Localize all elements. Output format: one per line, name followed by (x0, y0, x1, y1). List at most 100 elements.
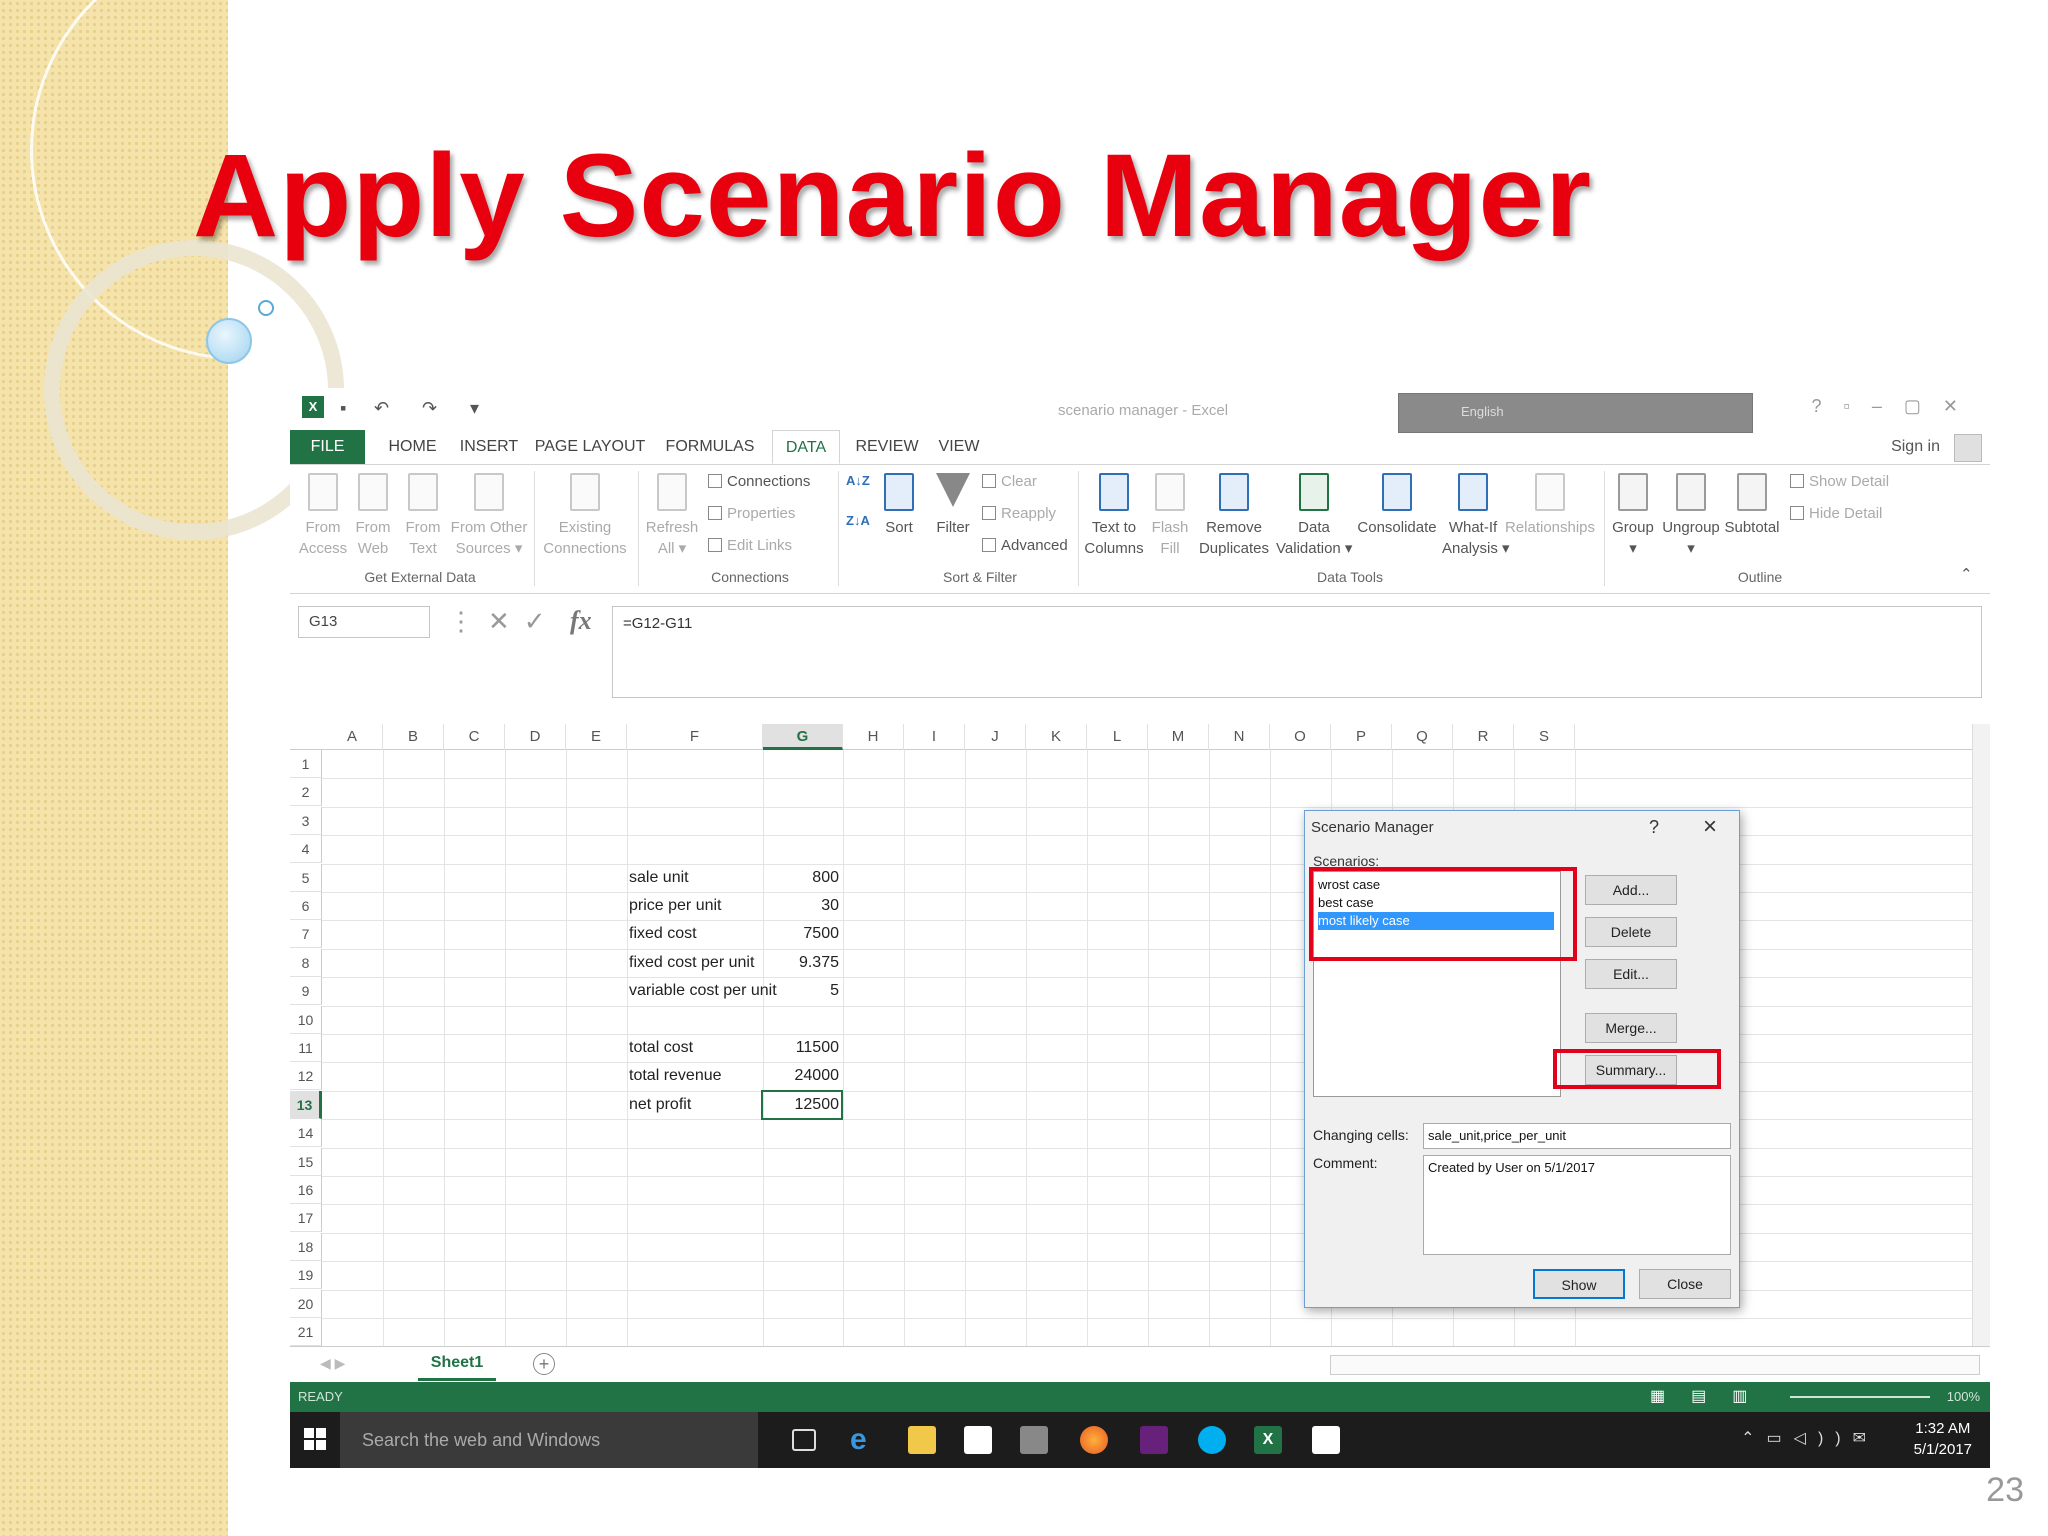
sheet-nav-icon[interactable]: ◀ ▶ (320, 1355, 345, 1372)
window-controls[interactable]: ?▫–▢✕ (1812, 396, 1981, 417)
edit-links-button[interactable]: Edit Links (708, 537, 792, 554)
cell-label[interactable]: total cost (629, 1034, 693, 1062)
column-header-c[interactable]: C (444, 724, 505, 750)
system-tray-icons[interactable]: ⌃▭◁))✉ (1741, 1428, 1878, 1448)
edit-button[interactable]: Edit... (1585, 959, 1677, 989)
skype-icon[interactable] (1198, 1426, 1226, 1454)
sign-in-link[interactable]: Sign in (1891, 438, 1940, 456)
column-header-b[interactable]: B (383, 724, 444, 750)
row-header-4[interactable]: 4 (290, 835, 322, 864)
properties-button[interactable]: Properties (708, 505, 795, 522)
row-header-13[interactable]: 13 (290, 1090, 322, 1119)
flash-fill-button[interactable]: Flash Fill (1148, 473, 1192, 559)
row-header-18[interactable]: 18 (290, 1232, 322, 1261)
add-button[interactable]: Add... (1585, 875, 1677, 905)
column-header-q[interactable]: Q (1392, 724, 1453, 750)
cell-label[interactable]: fixed cost per unit (629, 949, 754, 977)
dialog-help-icon[interactable]: ? (1649, 817, 1659, 838)
column-header-f[interactable]: F (627, 724, 763, 750)
sort-az-button[interactable]: A↓Z (846, 473, 870, 488)
redo-icon[interactable]: ↷ (422, 398, 437, 419)
row-header-9[interactable]: 9 (290, 977, 322, 1006)
text-to-columns-button[interactable]: Text to Columns (1082, 473, 1146, 559)
visual-studio-icon[interactable] (1140, 1426, 1168, 1454)
column-header-k[interactable]: K (1026, 724, 1087, 750)
avatar[interactable] (1954, 434, 1982, 462)
cell-value[interactable]: 7500 (739, 920, 839, 948)
from-text-button[interactable]: From Text (398, 473, 448, 559)
from-web-button[interactable]: From Web (348, 473, 398, 559)
cell-label[interactable]: sale unit (629, 864, 689, 892)
row-header-20[interactable]: 20 (290, 1289, 322, 1318)
row-header-7[interactable]: 7 (290, 920, 322, 949)
cell-label[interactable]: price per unit (629, 892, 722, 920)
excel-taskbar-icon[interactable]: X (1254, 1426, 1282, 1454)
row-header-16[interactable]: 16 (290, 1176, 322, 1204)
row-header-15[interactable]: 15 (290, 1147, 322, 1176)
insert-function-icon[interactable]: fx (570, 606, 592, 636)
row-header-12[interactable]: 12 (290, 1062, 322, 1091)
zoom-slider[interactable] (1790, 1396, 1930, 1398)
media-icon[interactable] (1020, 1426, 1048, 1454)
merge-button[interactable]: Merge... (1585, 1013, 1677, 1043)
refresh-all-button[interactable]: Refresh All ▾ (642, 473, 702, 559)
what-if-analysis-button[interactable]: What-If Analysis ▾ (1442, 473, 1510, 559)
consolidate-button[interactable]: Consolidate (1354, 473, 1440, 538)
column-header-h[interactable]: H (843, 724, 904, 750)
existing-connections-button[interactable]: Existing Connections (538, 473, 632, 559)
row-header-8[interactable]: 8 (290, 948, 322, 977)
row-header-11[interactable]: 11 (290, 1034, 322, 1062)
dialog-close-icon[interactable]: × (1703, 813, 1717, 841)
cell-value[interactable]: 5 (739, 977, 839, 1005)
add-sheet-icon[interactable]: + (533, 1353, 555, 1375)
connections-button[interactable]: Connections (708, 473, 810, 490)
row-header-2[interactable]: 2 (290, 778, 322, 807)
tab-page-layout[interactable]: PAGE LAYOUT (530, 430, 650, 464)
delete-button[interactable]: Delete (1585, 917, 1677, 947)
data-validation-button[interactable]: Data Validation ▾ (1276, 473, 1352, 559)
customize-qat-icon[interactable]: ▾ (470, 398, 479, 419)
tab-home[interactable]: HOME (375, 430, 450, 464)
clear-button[interactable]: Clear (982, 473, 1037, 490)
tab-data[interactable]: DATA (772, 430, 840, 464)
cell-value[interactable]: 800 (739, 864, 839, 892)
row-header-5[interactable]: 5 (290, 863, 322, 892)
cell-value[interactable]: 9.375 (739, 949, 839, 977)
taskbar-search-box[interactable]: Search the web and Windows (340, 1412, 758, 1468)
store-icon[interactable] (964, 1426, 992, 1454)
row-header-17[interactable]: 17 (290, 1204, 322, 1233)
column-header-p[interactable]: P (1331, 724, 1392, 750)
column-header-d[interactable]: D (505, 724, 566, 750)
column-header-j[interactable]: J (965, 724, 1026, 750)
relationships-button[interactable]: Relationships (1504, 473, 1596, 538)
cell-value[interactable]: 30 (739, 892, 839, 920)
windows-start-icon[interactable] (304, 1428, 326, 1450)
photos-icon[interactable] (1312, 1426, 1340, 1454)
sort-button[interactable]: Sort (876, 473, 922, 538)
row-header-10[interactable]: 10 (290, 1005, 322, 1034)
firefox-icon[interactable] (1080, 1426, 1108, 1454)
show-detail-button[interactable]: Show Detail (1790, 473, 1889, 490)
view-buttons[interactable]: ▦▤▥ (1650, 1382, 1773, 1412)
task-view-icon[interactable] (792, 1429, 816, 1451)
from-other-sources-button[interactable]: From Other Sources ▾ (448, 473, 530, 559)
cell-label[interactable]: fixed cost (629, 920, 697, 948)
undo-icon[interactable]: ↶ (374, 398, 389, 419)
row-header-6[interactable]: 6 (290, 892, 322, 920)
cell-label[interactable]: net profit (629, 1091, 691, 1119)
cell-value[interactable]: 11500 (739, 1034, 839, 1062)
collapse-ribbon-icon[interactable]: ⌃ (1960, 565, 1973, 583)
ungroup-button[interactable]: Ungroup ▾ (1660, 473, 1722, 559)
from-access-button[interactable]: From Access (298, 473, 348, 559)
tab-view[interactable]: VIEW (930, 430, 988, 464)
row-header-21[interactable]: 21 (290, 1318, 322, 1346)
row-header-19[interactable]: 19 (290, 1261, 322, 1290)
column-header-g[interactable]: G (763, 724, 843, 750)
subtotal-button[interactable]: Subtotal (1722, 473, 1782, 538)
column-header-i[interactable]: I (904, 724, 965, 750)
tab-formulas[interactable]: FORMULAS (660, 430, 760, 464)
column-header-o[interactable]: O (1270, 724, 1331, 750)
changing-cells-field[interactable]: sale_unit,price_per_unit (1423, 1123, 1731, 1149)
formula-bar[interactable]: =G12-G11 (612, 606, 1982, 698)
close-button[interactable]: Close (1639, 1269, 1731, 1299)
